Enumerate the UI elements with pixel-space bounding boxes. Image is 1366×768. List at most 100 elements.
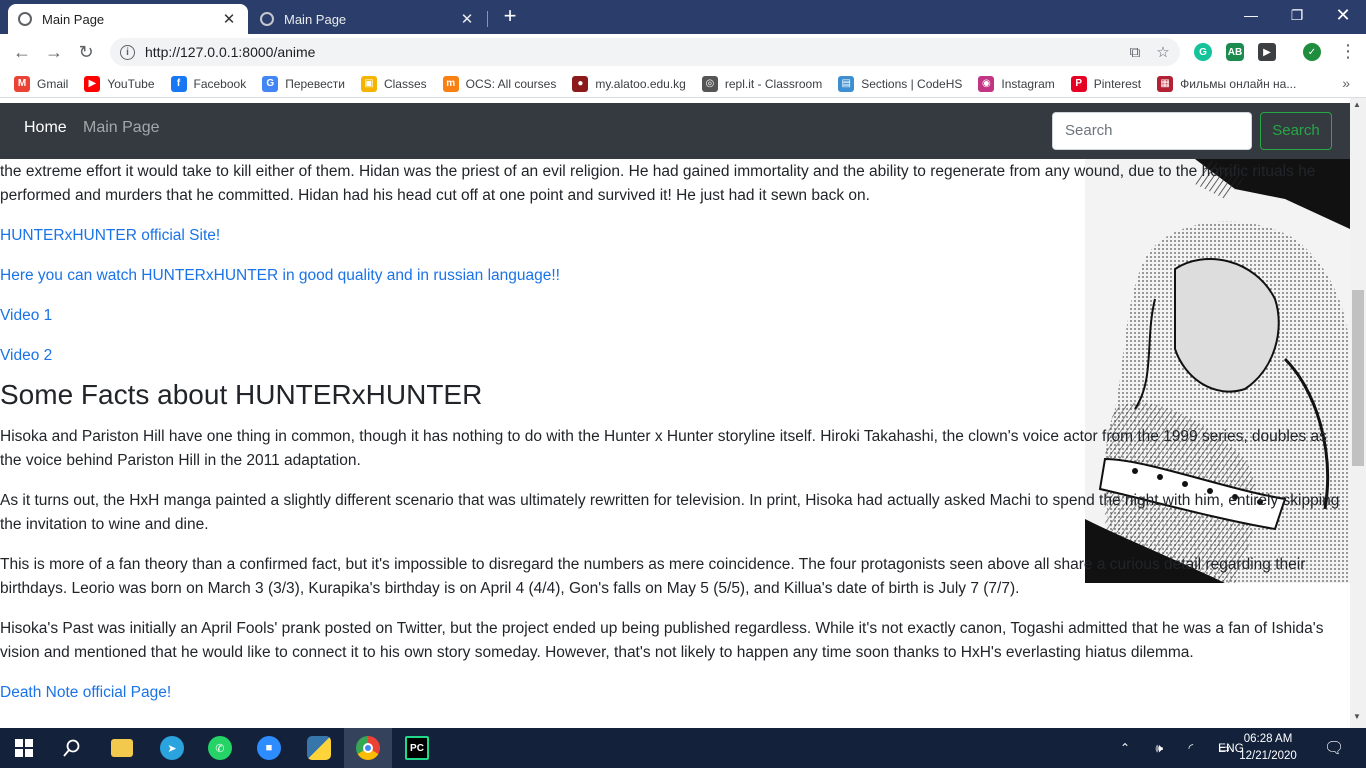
globe-icon [18,12,32,26]
close-window-button[interactable]: ✕ [1320,0,1366,30]
menu-icon[interactable]: ⋮ [1338,39,1358,65]
bookmark-item[interactable]: ▤ Sections | CodeHS [838,75,963,92]
bookmarks-overflow-icon[interactable]: » [1342,75,1350,91]
whatsapp-icon: ✆ [208,736,232,760]
bookmark-item[interactable]: M Gmail [14,75,69,92]
reload-button[interactable]: ↻ [72,38,100,66]
forward-button[interactable]: → [40,38,68,66]
start-button[interactable] [0,728,48,768]
grammarly-icon[interactable]: G [1194,43,1212,61]
scroll-down-icon[interactable]: ▼ [1353,712,1361,721]
minimize-button[interactable]: — [1228,0,1274,30]
youtube-icon: ▶ [84,75,101,92]
bookmark-item[interactable]: ● my.alatoo.edu.kg [572,75,686,92]
tab-main-page-1[interactable]: Main Page ✕ [8,4,248,34]
scroll-up-icon[interactable]: ▲ [1353,100,1361,109]
codehs-icon: ▤ [838,75,855,92]
classroom-icon: ▣ [360,75,377,92]
tab-title: Main Page [42,11,105,27]
instagram-icon: ◉ [978,75,995,92]
zoom-button[interactable]: ■ [245,728,293,768]
file-explorer-button[interactable] [98,728,146,768]
tab-strip: Main Page ✕ Main Page ✕ + — ❐ ✕ [0,0,1366,34]
bookmark-label: OCS: All courses [465,76,557,91]
notification-icon[interactable]: 🗨 [1324,728,1344,768]
video-2-link[interactable]: Video 2 [0,347,52,364]
globe-icon [260,12,274,26]
clock-date: 12/21/2020 [1239,750,1297,762]
shield-check-icon[interactable]: ✓ [1303,43,1321,61]
clock-time: 06:28 AM [1243,733,1293,745]
official-site-link[interactable]: HUNTERxHUNTER official Site! [0,227,220,244]
adblock-icon[interactable]: AB [1226,43,1244,61]
scrollbar-thumb[interactable] [1352,290,1364,466]
zoom-icon: ■ [257,736,281,760]
pycharm-button[interactable]: PC [393,728,441,768]
page-scrollbar[interactable]: ▲ ▼ [1350,98,1366,728]
file-explorer-icon [111,739,133,757]
telegram-button[interactable]: ➤ [148,728,196,768]
bookmark-label: Pinterest [1093,76,1142,91]
bookmark-item[interactable]: f Facebook [170,75,247,92]
navbar-brand-home[interactable]: Home [24,119,67,137]
bookmark-star-icon[interactable]: ☆ [1152,41,1174,63]
new-tab-button[interactable]: + [498,4,522,30]
chrome-button[interactable] [344,728,392,768]
bookmark-label: repl.it - Classroom [724,76,823,91]
death-note-link[interactable]: Death Note official Page! [0,684,171,701]
navbar-link-main-page[interactable]: Main Page [83,119,160,137]
bookmark-item[interactable]: G Перевести [262,75,345,92]
info-icon[interactable]: i [120,44,135,60]
bookmark-label: Sections | CodeHS [861,76,963,91]
site-navbar: Home Main Page Search Search [0,103,1350,159]
search-button[interactable]: Search [1260,112,1332,150]
watch-link[interactable]: Here you can watch HUNTERxHUNTER in good… [0,267,560,284]
system-tray: ⌃ 🕪 ◜ ▭ [1120,728,1230,768]
fact-paragraph: Hisoka's Past was initially an April Foo… [0,620,1324,661]
search-input[interactable]: Search [1052,112,1252,150]
tab-title: Main Page [284,11,347,27]
facebook-icon: f [170,75,187,92]
intro-paragraph: the extreme effort it would take to kill… [0,163,1316,204]
moodle-icon: m [442,75,459,92]
pycharm-icon: PC [405,736,429,760]
telegram-icon: ➤ [160,736,184,760]
bookmarks-bar: M Gmail ▶ YouTube f Facebook G Перевести ▣ Classe… [0,70,1366,98]
search-icon [63,739,80,757]
translate-page-icon[interactable]: ⧉ [1124,41,1146,63]
taskbar-clock[interactable]: 06:28 AM 12/21/2020 [1238,731,1298,765]
bookmark-item[interactable]: m OCS: All courses [442,75,557,92]
bookmark-label: Gmail [37,76,69,91]
alatoo-icon: ● [572,75,589,92]
bookmark-label: Фильмы онлайн на... [1180,76,1297,91]
close-icon[interactable]: ✕ [458,10,476,28]
bookmark-item[interactable]: ◉ Instagram [978,75,1055,92]
windows-start-icon [15,739,33,757]
video-extension-icon[interactable]: ▶ [1258,43,1276,61]
bookmark-item[interactable]: ◎ repl.it - Classroom [701,75,823,92]
bookmark-item[interactable]: ▦ Фильмы онлайн на... [1157,75,1297,92]
bookmark-label: my.alatoo.edu.kg [595,76,686,91]
windows-taskbar: ➤ ✆ ■ PC ⌃ 🕪 ◜ ▭ ENG 06:28 AM 12/21/2020… [0,728,1366,768]
bookmark-label: Facebook [193,76,247,91]
bookmark-item[interactable]: ▣ Classes [360,75,427,92]
flag-icon: ▦ [1157,75,1174,92]
page-viewport: the extreme effort it would take to kill… [0,98,1350,728]
video-1-link[interactable]: Video 1 [0,307,52,324]
bookmark-item[interactable]: ▶ YouTube [84,75,155,92]
tab-divider [487,11,488,27]
bookmark-item[interactable]: P Pinterest [1070,75,1142,92]
whatsapp-button[interactable]: ✆ [196,728,244,768]
facts-heading: Some Facts about HUNTERxHUNTER [0,379,483,410]
close-icon[interactable]: ✕ [220,10,238,28]
wifi-icon[interactable]: ◜ [1189,741,1194,755]
volume-icon[interactable]: 🕪 [1156,741,1164,756]
back-button[interactable]: ← [8,38,36,66]
address-bar[interactable]: i http://127.0.0.1:8000/anime ⧉ ☆ [110,38,1180,66]
chevron-up-icon[interactable]: ⌃ [1120,741,1130,755]
maximize-button[interactable]: ❐ [1274,0,1320,30]
taskbar-search-button[interactable] [48,728,96,768]
translate-icon: G [262,75,279,92]
python-button[interactable] [295,728,343,768]
tab-main-page-2[interactable]: Main Page ✕ [250,4,486,34]
